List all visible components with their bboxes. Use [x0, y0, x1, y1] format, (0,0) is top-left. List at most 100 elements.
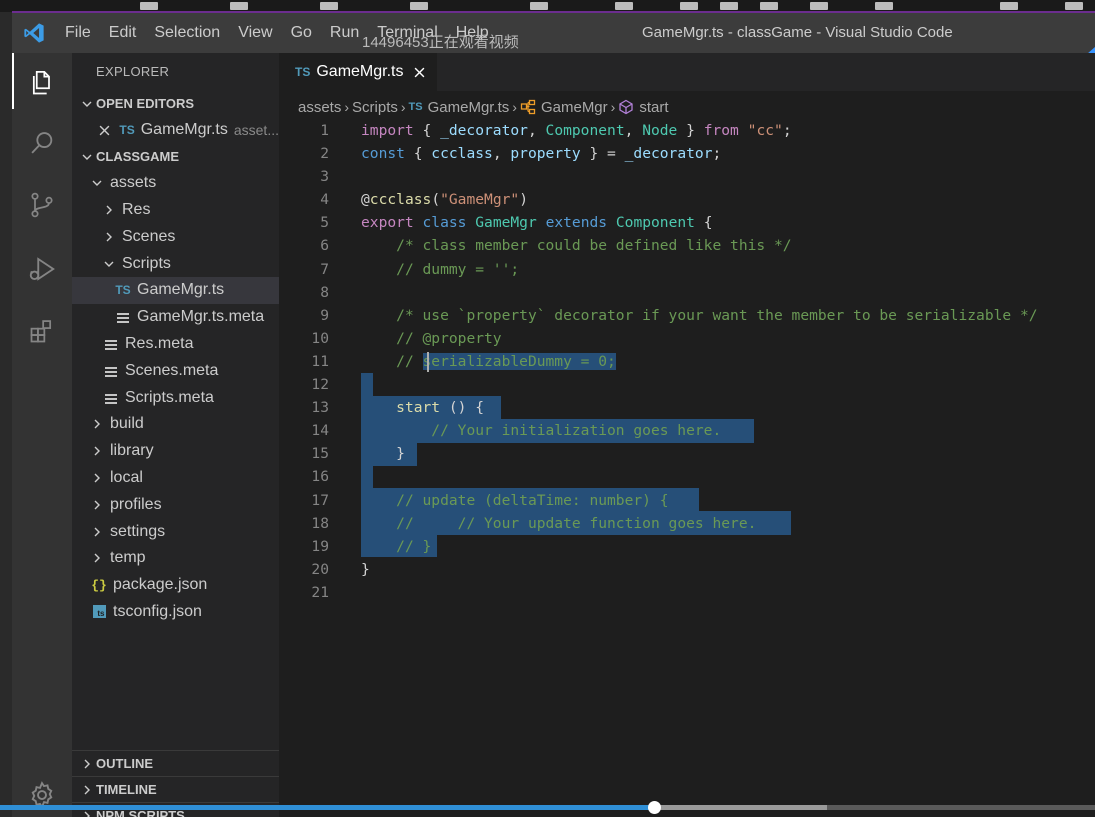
file-item-scripts-meta[interactable]: Scripts.meta [72, 384, 279, 411]
file-item-scenes-meta[interactable]: Scenes.meta [72, 357, 279, 384]
extensions-icon[interactable] [12, 301, 72, 361]
folder-item-library[interactable]: library [72, 438, 279, 465]
tree-item-label: GameMgr.ts [137, 281, 225, 299]
folder-item-scripts[interactable]: Scripts [72, 250, 279, 277]
open-editor-item[interactable]: TS GameMgr.ts asset... [72, 117, 279, 144]
chevron-right-icon [90, 471, 104, 485]
video-progress-fill [0, 805, 654, 810]
open-editors-header[interactable]: OPEN EDITORS [72, 91, 279, 117]
chevron-down-icon [78, 98, 96, 110]
folder-item-scenes[interactable]: Scenes [72, 223, 279, 250]
json-file-icon: {} [91, 577, 107, 593]
run-debug-icon[interactable] [12, 239, 72, 299]
code-text: // @property [396, 329, 502, 347]
workspace-header[interactable]: CLASSGAME [72, 144, 279, 170]
tree-item-label: Res.meta [125, 334, 194, 352]
code-line: 19 // } [279, 535, 1095, 558]
explorer-sidebar: EXPLORER OPEN EDITORS TS GameMgr.ts asse… [72, 53, 279, 817]
video-progress-bar[interactable] [0, 801, 1095, 814]
chevron-right-icon: › [610, 99, 616, 115]
line-number: 21 [311, 583, 329, 601]
source-control-icon[interactable] [12, 175, 72, 235]
close-icon[interactable] [96, 125, 113, 136]
text-file-icon [102, 392, 120, 404]
code-text: } [361, 560, 370, 578]
line-number: 2 [320, 145, 329, 163]
file-item-gamemgr-ts-meta[interactable]: GameMgr.ts.meta [72, 304, 279, 331]
line-number: 18 [311, 514, 329, 532]
line-number: 20 [311, 560, 329, 578]
breadcrumb-class[interactable]: GameMgr [520, 99, 608, 116]
chevron-right-icon [90, 525, 104, 539]
tree-item-label: temp [110, 549, 146, 567]
file-item-tsconfig-json[interactable]: ts tsconfig.json [72, 599, 279, 626]
folder-item-settings[interactable]: settings [72, 518, 279, 545]
outline-header[interactable]: OUTLINE [72, 750, 279, 776]
line-number: 5 [320, 214, 329, 232]
chevron-down-icon [102, 257, 116, 271]
code-text: /* use `property` decorator if your want… [396, 306, 1038, 324]
menu-go[interactable]: Go [282, 13, 321, 53]
timeline-header[interactable]: TIMELINE [72, 776, 279, 802]
code-text: start () { [396, 399, 485, 417]
code-text: // // Your update function goes here. [396, 514, 757, 532]
code-text: const { ccclass, property } = _decorator… [361, 145, 722, 163]
typescript-file-icon: TS [408, 101, 423, 113]
file-tree: assets Res Scenes Scripts TS GameMgr.ts GameMg… [72, 170, 279, 626]
chevron-right-icon [90, 417, 104, 431]
folder-item-profiles[interactable]: profiles [72, 491, 279, 518]
menu-file[interactable]: File [56, 13, 100, 53]
search-icon[interactable] [12, 113, 72, 173]
menu-view[interactable]: View [229, 13, 281, 53]
code-line: 4 @ccclass("GameMgr") [279, 188, 1095, 211]
files-icon[interactable] [12, 53, 72, 113]
folder-item-res[interactable]: Res [72, 197, 279, 224]
code-text: // serializableDummy = 0; [396, 352, 616, 370]
code-line: 7 // dummy = ''; [279, 258, 1095, 281]
tree-item-label: build [110, 415, 144, 433]
line-number: 4 [320, 191, 329, 209]
chevron-down-icon [90, 176, 104, 190]
breadcrumb-method[interactable]: start [618, 99, 669, 116]
viewer-watermark: 14496453正在观看视频 [362, 34, 519, 51]
line-number: 14 [311, 422, 329, 440]
breadcrumb-scripts[interactable]: Scripts [352, 99, 398, 116]
line-number: 8 [320, 283, 329, 301]
folder-item-assets[interactable]: assets [72, 170, 279, 197]
chevron-down-icon [78, 151, 96, 163]
close-icon[interactable] [411, 64, 427, 80]
editor-tabs: TS GameMgr.ts [279, 53, 1095, 91]
breadcrumb-file[interactable]: TS GameMgr.ts [409, 99, 510, 116]
timeline-label: TIMELINE [96, 781, 157, 797]
tab-gamemgr-ts[interactable]: TS GameMgr.ts [279, 53, 438, 91]
video-progress-handle[interactable] [647, 801, 661, 814]
code-line: 2 const { ccclass, property } = _decorato… [279, 142, 1095, 165]
chevron-right-icon: › [344, 99, 350, 115]
folder-item-build[interactable]: build [72, 411, 279, 438]
menu-edit[interactable]: Edit [100, 13, 146, 53]
code-text: // dummy = ''; [396, 260, 520, 278]
tree-item-label: assets [110, 174, 157, 192]
folder-item-temp[interactable]: temp [72, 545, 279, 572]
line-number: 3 [320, 168, 329, 186]
file-item-res-meta[interactable]: Res.meta [72, 331, 279, 358]
code-editor[interactable]: 1 import { _decorator, Component, Node } … [279, 119, 1095, 604]
typescript-file-icon: TS [119, 123, 135, 138]
folder-item-local[interactable]: local [72, 465, 279, 492]
tree-item-label: settings [110, 522, 166, 540]
chevron-right-icon [78, 810, 96, 817]
chevron-right-icon [78, 784, 96, 796]
file-item-gamemgr-ts[interactable]: TS GameMgr.ts [72, 276, 279, 304]
code-line: 16 [279, 465, 1095, 488]
code-line: 11 // serializableDummy = 0; [279, 350, 1095, 373]
tree-item-label: library [110, 442, 154, 460]
code-line: 3 [279, 165, 1095, 188]
menu-selection[interactable]: Selection [145, 13, 229, 53]
file-item-package-json[interactable]: {} package.json [72, 572, 279, 599]
chevron-right-icon [102, 203, 116, 217]
code-line: 20} [279, 558, 1095, 581]
breadcrumb-assets[interactable]: assets [298, 99, 341, 116]
workspace-label: CLASSGAME [96, 148, 180, 164]
tree-item-label: Scenes [122, 227, 176, 245]
tree-item-label: Scripts.meta [125, 388, 214, 406]
